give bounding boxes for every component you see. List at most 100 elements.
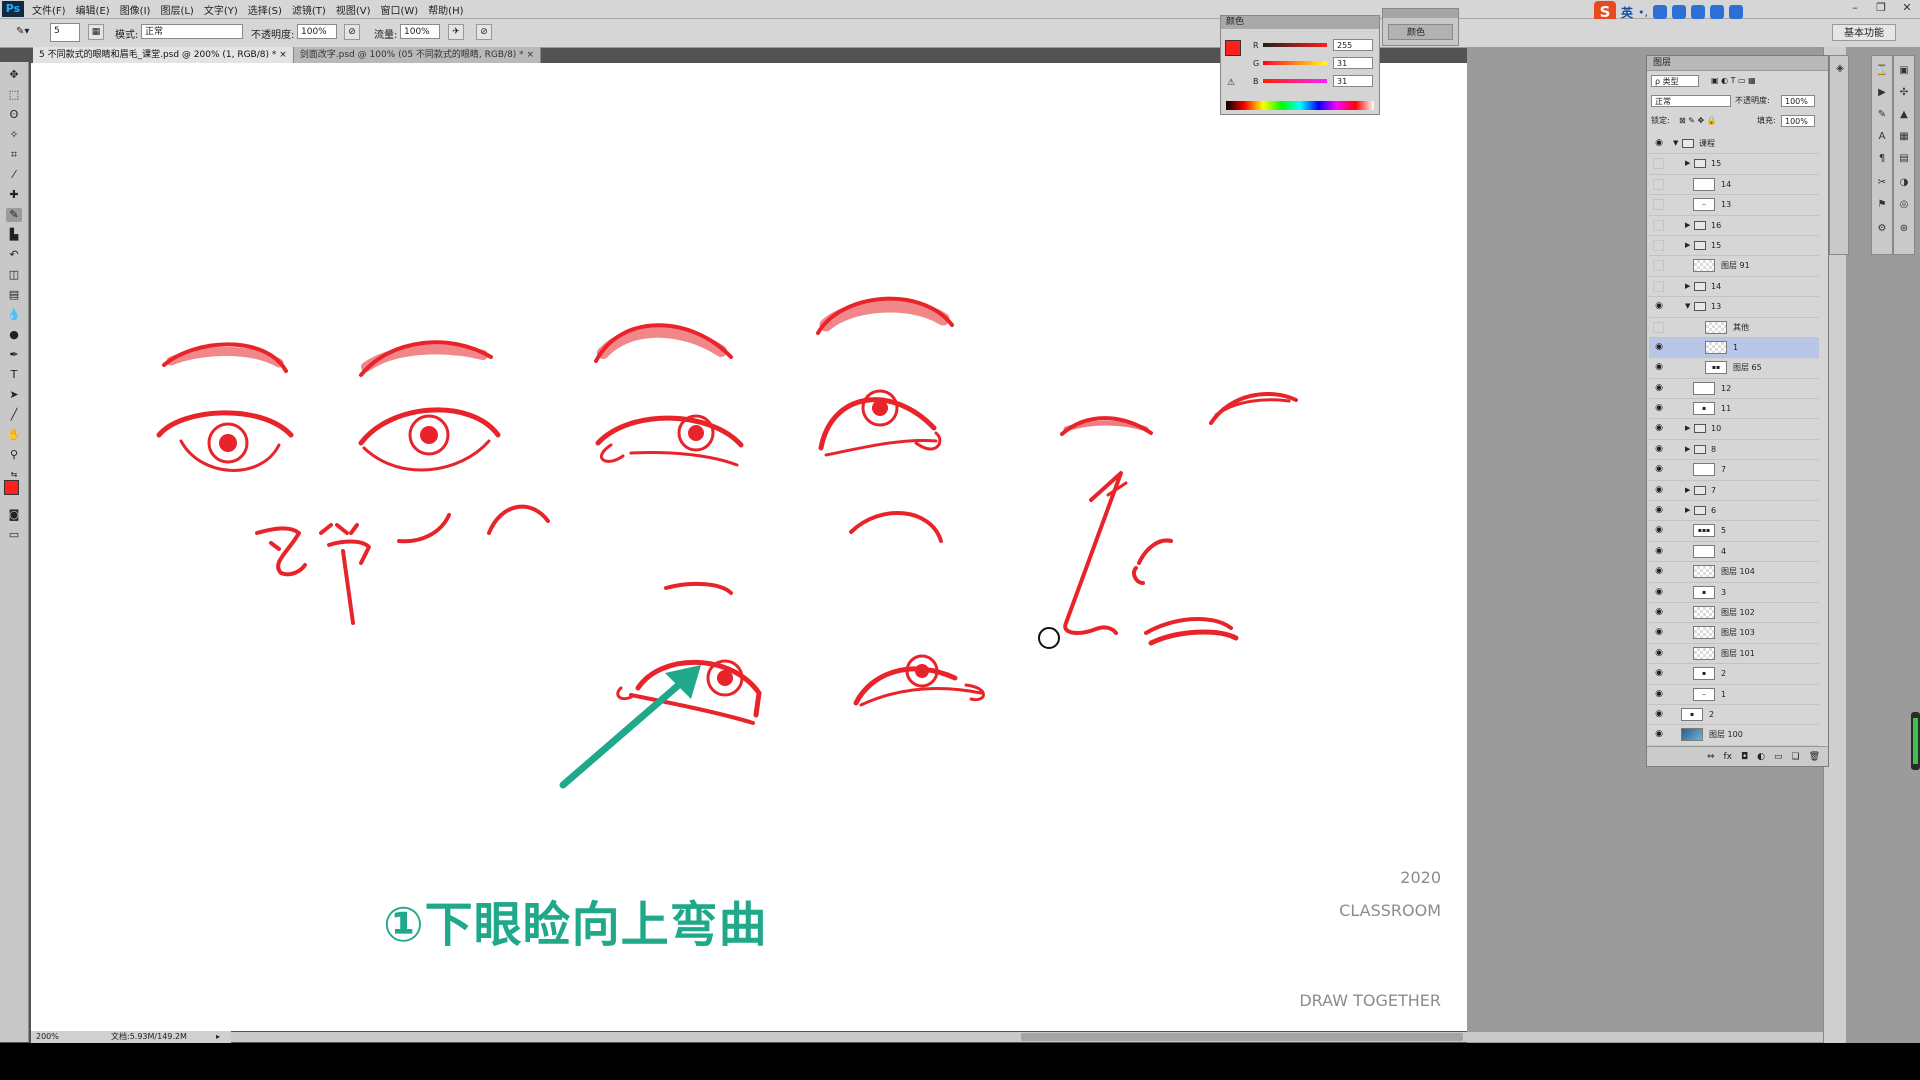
tab-document-1[interactable]: 5 不同款式的眼睛和眉毛_课堂.psd @ 200% (1, RGB/8) * … <box>33 47 294 63</box>
menu-image[interactable]: 图像(I) <box>120 2 151 17</box>
airbrush-icon[interactable]: ✈ <box>448 24 464 40</box>
brush-panel-toggle-icon[interactable]: ▦ <box>88 24 104 40</box>
b-slider[interactable] <box>1263 79 1327 83</box>
minimize-icon[interactable]: – <box>1842 0 1868 16</box>
visibility-eye-icon[interactable] <box>1653 219 1664 231</box>
layer-style-icon[interactable]: fx <box>1723 747 1732 766</box>
visibility-eye-icon[interactable]: ◉ <box>1653 546 1665 556</box>
clone-source-icon[interactable]: ✂ <box>1875 176 1889 190</box>
pen-tool-icon[interactable]: ✒ <box>6 348 22 362</box>
visibility-eye-icon[interactable]: ◉ <box>1653 485 1665 495</box>
brush-size-picker[interactable]: 5 <box>50 23 80 42</box>
color-panel-fg-swatch[interactable] <box>1225 40 1241 56</box>
mode-select[interactable]: 正常 <box>141 24 243 39</box>
ime-keyboard-icon[interactable] <box>1672 5 1687 19</box>
swatches-icon[interactable]: ▦ <box>1897 130 1911 144</box>
pressure-opacity-icon[interactable]: ⊘ <box>344 24 360 40</box>
layer-row[interactable]: ▶ 14 <box>1649 277 1819 298</box>
histogram-icon[interactable]: ▲ <box>1897 108 1911 122</box>
visibility-eye-icon[interactable]: ◉ <box>1653 587 1665 597</box>
layer-row[interactable]: ◉ ▪▪ 图层 65 <box>1649 358 1819 379</box>
layer-row[interactable]: ◉ 12 <box>1649 379 1819 400</box>
status-menu-icon[interactable]: ▸ <box>216 1031 220 1043</box>
layer-row[interactable]: ◉ ▪ 2 <box>1649 705 1819 726</box>
b-input[interactable]: 31 <box>1333 75 1373 87</box>
group-expand-icon[interactable]: ▶ <box>1685 423 1690 433</box>
layer-row[interactable]: ◉ 图层 102 <box>1649 603 1819 624</box>
visibility-eye-icon[interactable] <box>1653 199 1664 211</box>
navigator-icon[interactable]: ▣ <box>1897 64 1911 78</box>
menu-view[interactable]: 视图(V) <box>336 2 371 17</box>
move-tool-icon[interactable]: ✥ <box>6 68 22 82</box>
layer-row[interactable]: ◉ ▪▪▪ 5 <box>1649 521 1819 542</box>
actions-icon[interactable]: ▶ <box>1875 86 1889 100</box>
visibility-eye-icon[interactable] <box>1653 178 1664 190</box>
visibility-eye-icon[interactable]: ◉ <box>1653 648 1665 658</box>
visibility-eye-icon[interactable]: ◉ <box>1653 383 1665 393</box>
visibility-eye-icon[interactable]: ◉ <box>1653 627 1665 637</box>
masks-icon[interactable]: ◎ <box>1897 198 1911 212</box>
layer-row[interactable]: ◉ 1 <box>1649 337 1819 359</box>
menu-help[interactable]: 帮助(H) <box>428 2 463 17</box>
color-spectrum-ramp[interactable] <box>1226 101 1374 110</box>
horizontal-scrollbar[interactable] <box>31 1032 1823 1042</box>
pressure-size-icon[interactable]: ⊘ <box>476 24 492 40</box>
filter-icons[interactable]: ▣ ◐ T ▭ ▦ <box>1711 74 1756 88</box>
brush-tool-preset-icon[interactable]: ✎▾ <box>16 26 29 37</box>
quick-mask-icon[interactable]: ◙ <box>6 508 22 522</box>
layer-row[interactable]: ◉ ▼ 课程 <box>1649 134 1819 155</box>
visibility-eye-icon[interactable]: ◉ <box>1653 505 1665 515</box>
visibility-eye-icon[interactable] <box>1653 280 1664 292</box>
menu-window[interactable]: 窗口(W) <box>380 2 418 17</box>
menu-layer[interactable]: 图层(L) <box>160 2 193 17</box>
menu-type[interactable]: 文字(Y) <box>204 2 238 17</box>
dodge-tool-icon[interactable]: ● <box>6 328 22 342</box>
layer-row[interactable]: ◉ 图层 101 <box>1649 644 1819 665</box>
restore-icon[interactable]: ❐ <box>1868 0 1894 16</box>
brush-presets-icon[interactable]: ✎ <box>1875 108 1889 122</box>
color-panel-button[interactable]: 颜色 <box>1388 24 1453 40</box>
ime-skin-icon[interactable] <box>1691 5 1706 19</box>
group-expand-icon[interactable]: ▼ <box>1673 138 1678 148</box>
layer-row[interactable]: ◉ -- 1 <box>1649 685 1819 705</box>
brush-tool-icon[interactable]: ✎ <box>6 208 22 222</box>
crop-tool-icon[interactable]: ⌗ <box>6 148 22 162</box>
paragraph-icon[interactable]: ¶ <box>1875 152 1889 166</box>
visibility-eye-icon[interactable]: ◉ <box>1653 138 1665 148</box>
blend-mode-select[interactable]: 正常 <box>1651 95 1731 107</box>
group-expand-icon[interactable]: ▶ <box>1685 505 1690 515</box>
layer-row[interactable]: 图层 91 <box>1649 256 1819 277</box>
menu-edit[interactable]: 编辑(E) <box>76 2 110 17</box>
visibility-eye-icon[interactable]: ◉ <box>1653 607 1665 617</box>
flow-input[interactable]: 100% <box>400 24 440 39</box>
styles-icon[interactable]: ▤ <box>1897 152 1911 166</box>
visibility-eye-icon[interactable] <box>1653 239 1664 251</box>
zoom-level[interactable]: 200% <box>36 1031 59 1043</box>
layer-row[interactable]: ◉ 4 <box>1649 542 1819 563</box>
ime-menu-icon[interactable] <box>1729 5 1744 19</box>
opacity-input[interactable]: 100% <box>297 24 337 39</box>
layer-filter-select[interactable]: ρ 类型 <box>1651 75 1699 87</box>
screen-mode-icon[interactable]: ▭ <box>6 528 22 542</box>
visibility-eye-icon[interactable]: ◉ <box>1653 444 1665 454</box>
group-expand-icon[interactable]: ▼ <box>1685 301 1690 311</box>
visibility-eye-icon[interactable]: ◉ <box>1653 464 1665 474</box>
tab-close-icon[interactable]: × <box>279 50 287 60</box>
line-tool-icon[interactable]: ╱ <box>6 408 22 422</box>
layer-row[interactable]: 14 <box>1649 175 1819 196</box>
layers-panel-icon[interactable]: ◈ <box>1833 62 1847 76</box>
visibility-eye-icon[interactable]: ◉ <box>1653 668 1665 678</box>
layer-row[interactable]: ▶ 16 <box>1649 216 1819 236</box>
new-layer-icon[interactable]: ❏ <box>1791 747 1799 766</box>
layer-row[interactable]: ◉ 图层 103 <box>1649 623 1819 644</box>
character-icon[interactable]: A <box>1875 130 1889 144</box>
adjustments-icon[interactable]: ◑ <box>1897 176 1911 190</box>
layer-row[interactable]: ◉ 图层 100 <box>1649 725 1819 746</box>
channels-icon[interactable]: ⊛ <box>1897 222 1911 236</box>
visibility-eye-icon[interactable]: ◉ <box>1653 566 1665 576</box>
eraser-tool-icon[interactable]: ◫ <box>6 268 22 282</box>
menu-select[interactable]: 选择(S) <box>248 2 282 17</box>
lock-icons[interactable]: ⊠ ✎ ✥ 🔒 <box>1679 114 1717 128</box>
layer-row[interactable]: -- 13 <box>1649 195 1819 216</box>
visibility-eye-icon[interactable] <box>1653 321 1664 333</box>
